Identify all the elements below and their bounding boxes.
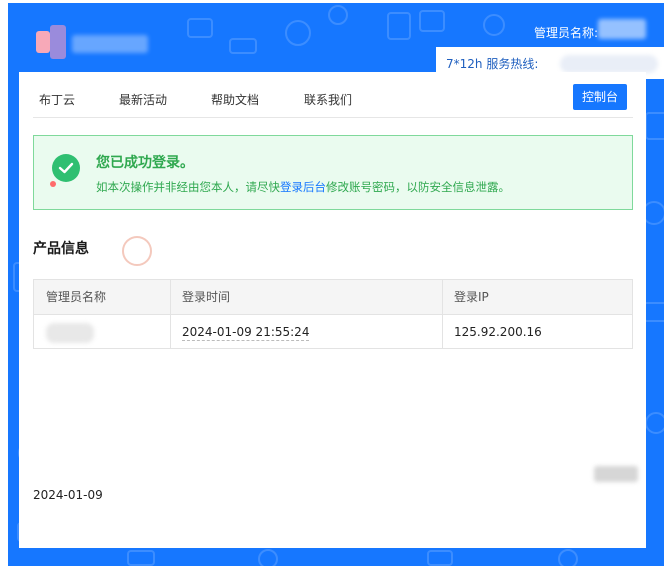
product-info-title: 产品信息 [33,241,89,257]
page-background: 管理员名称: 7*12h 服务热线: 布丁云 最新活动 帮助文档 联系我们 控制… [8,3,664,566]
cell-login-time: 2024-01-09 21:55:24 [170,315,442,349]
alert-desc-after: 修改账号密码，以防安全信息泄露。 [326,180,510,194]
logo-text-blur [72,35,148,53]
alert-description: 如本次操作并非经由您本人，请尽快登录后台修改账号密码，以防安全信息泄露。 [96,179,510,195]
nav-item-activities[interactable]: 最新活动 [119,91,167,108]
column-divider [170,280,171,348]
login-success-alert: 您已成功登录。 如本次操作并非经由您本人，请尽快登录后台修改账号密码，以防安全信… [33,135,633,210]
cell-login-ip: 125.92.200.16 [454,325,542,339]
logo [36,25,156,61]
admin-name-redacted [46,323,94,343]
header-login-ip: 登录IP [454,290,489,304]
footer-redacted [594,466,638,482]
footer-date: 2024-01-09 [33,488,103,502]
nav-item-home[interactable]: 布丁云 [39,91,75,108]
check-circle-icon [52,154,80,182]
cell-admin-name [34,315,170,349]
nav-item-contact[interactable]: 联系我们 [304,91,352,108]
top-admin-value-redacted [598,19,646,39]
loading-spinner-icon [122,236,152,266]
hotline-value-redacted [560,55,658,73]
alert-title: 您已成功登录。 [96,155,194,171]
alert-desc-before: 如本次操作并非经由您本人，请尽快 [96,180,280,194]
console-button[interactable]: 控制台 [573,84,627,110]
top-nav: 布丁云 最新活动 帮助文档 联系我们 控制台 [33,84,633,118]
top-admin-label: 管理员名称: [533,26,598,40]
table-header-row: 管理员名称 登录时间 登录IP [34,280,632,315]
header-admin-name: 管理员名称 [46,290,107,304]
hotline-label: 7*12h 服务热线: [446,57,539,71]
login-backend-link[interactable]: 登录后台 [280,180,326,194]
main-card: 布丁云 最新活动 帮助文档 联系我们 控制台 您已成功登录。 如本次操作并非经由… [19,72,646,548]
nav-item-docs[interactable]: 帮助文档 [211,91,259,108]
table-row: 2024-01-09 21:55:24 125.92.200.16 [34,315,632,349]
logo-mark-part [50,25,66,59]
login-info-table: 管理员名称 登录时间 登录IP 2024-01-09 21:55:24 125.… [33,279,633,349]
logo-mark [36,31,50,53]
column-divider [442,280,443,348]
notification-dot [50,181,56,187]
header-login-time: 登录时间 [182,290,231,304]
login-time-value: 2024-01-09 21:55:24 [182,325,310,341]
